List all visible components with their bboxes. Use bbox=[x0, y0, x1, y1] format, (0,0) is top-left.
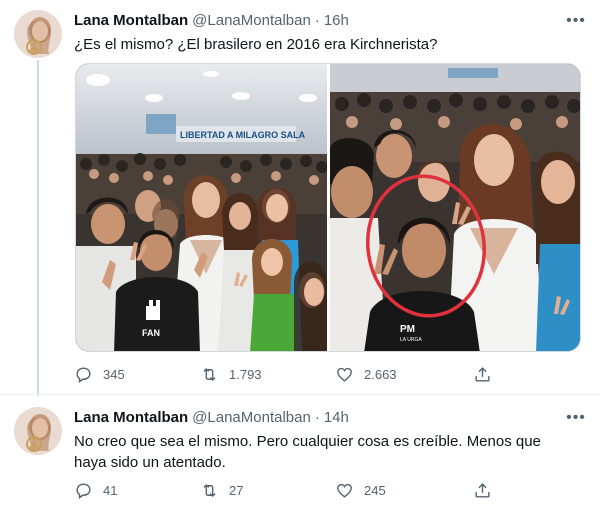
author-handle[interactable]: @LanaMontalban bbox=[192, 408, 311, 428]
share-button[interactable] bbox=[473, 481, 502, 500]
author-avatar[interactable] bbox=[14, 10, 62, 58]
author-handle[interactable]: @LanaMontalban bbox=[192, 11, 311, 31]
shirt-badge-text: FAN bbox=[142, 328, 160, 338]
banner-text: LIBERTAD A MILAGRO SALA bbox=[180, 130, 306, 140]
share-icon bbox=[475, 366, 490, 382]
reply-icon bbox=[76, 482, 91, 499]
share-button[interactable] bbox=[473, 365, 502, 384]
shirt-badge-subtext-right: LA URGA bbox=[400, 337, 422, 343]
tweet-text: ¿Es el mismo? ¿El brasilero en 2016 era … bbox=[74, 36, 438, 53]
author-name[interactable]: Lana Montalban bbox=[74, 11, 188, 31]
header-separator: · bbox=[314, 12, 320, 29]
share-icon bbox=[475, 482, 490, 498]
retweet-icon bbox=[203, 367, 216, 381]
retweet-icon bbox=[203, 483, 216, 497]
reply-button[interactable]: 345 bbox=[74, 365, 200, 384]
like-button[interactable]: 245 bbox=[335, 481, 473, 500]
retweet-button[interactable]: 27 bbox=[200, 481, 335, 500]
photo-right[interactable]: PM LA URGA bbox=[329, 64, 580, 351]
like-button[interactable]: 2.663 bbox=[335, 365, 473, 384]
retweet-count: 27 bbox=[229, 482, 244, 498]
retweet-count: 1.793 bbox=[229, 366, 262, 382]
tweet-2[interactable]: Lana Montalban @LanaMontalban · 14h ••• … bbox=[0, 397, 600, 510]
like-count: 2.663 bbox=[364, 366, 397, 382]
heart-icon bbox=[337, 483, 352, 498]
tweet-media[interactable]: LIBERTAD A MILAGRO SALA FAN PM LA URGA bbox=[75, 63, 581, 352]
tweet-text: No creo que sea el mismo. Pero cualquier… bbox=[74, 433, 541, 471]
tweet-header: Lana Montalban @LanaMontalban · 14h bbox=[74, 408, 580, 428]
tweet-timestamp[interactable]: 14h bbox=[324, 408, 349, 428]
reply-button[interactable]: 41 bbox=[74, 481, 200, 500]
like-count: 245 bbox=[364, 482, 386, 498]
more-options-icon[interactable]: ••• bbox=[566, 408, 586, 428]
tweet-header: Lana Montalban @LanaMontalban · 16h bbox=[74, 11, 580, 31]
heart-icon bbox=[337, 367, 352, 382]
header-separator: · bbox=[314, 409, 320, 426]
tweet-divider bbox=[0, 394, 600, 395]
reply-count: 345 bbox=[103, 366, 125, 382]
reply-icon bbox=[76, 366, 91, 383]
author-name[interactable]: Lana Montalban bbox=[74, 408, 188, 428]
photo-left[interactable]: LIBERTAD A MILAGRO SALA FAN bbox=[76, 64, 327, 351]
retweet-button[interactable]: 1.793 bbox=[200, 365, 335, 384]
tweet-actions: 345 1.793 2.663 bbox=[74, 363, 514, 385]
tweet-actions: 41 27 245 bbox=[74, 479, 514, 501]
tweet-timestamp[interactable]: 16h bbox=[324, 11, 349, 31]
reply-count: 41 bbox=[103, 482, 118, 498]
more-options-icon[interactable]: ••• bbox=[566, 11, 586, 31]
author-avatar[interactable] bbox=[14, 407, 62, 455]
tweet-1[interactable]: Lana Montalban @LanaMontalban · 16h ••• … bbox=[0, 0, 600, 392]
shirt-badge-text-right: PM bbox=[400, 324, 415, 335]
